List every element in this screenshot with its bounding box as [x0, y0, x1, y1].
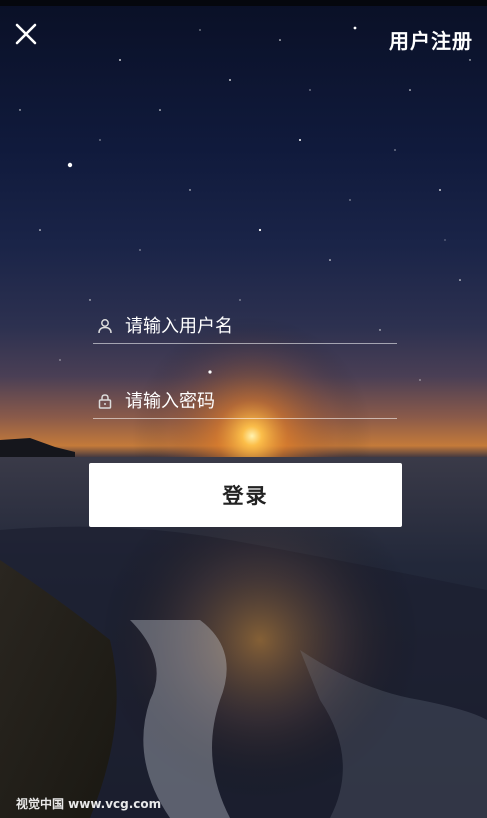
- password-field[interactable]: [93, 384, 397, 419]
- watermark: 视觉中国 www.vcg.com: [16, 797, 162, 811]
- password-input[interactable]: [125, 386, 397, 416]
- username-field[interactable]: [93, 309, 397, 344]
- username-input[interactable]: [125, 311, 397, 341]
- login-button[interactable]: 登录: [89, 463, 402, 527]
- login-screen: 用户注册 登录 视觉中国 www.vcg.com: [0, 0, 487, 818]
- status-bar: [0, 0, 487, 6]
- lock-icon: [95, 391, 115, 411]
- close-icon: [15, 23, 37, 45]
- user-icon: [95, 316, 115, 336]
- close-button[interactable]: [12, 20, 40, 48]
- register-link[interactable]: 用户注册: [389, 25, 473, 54]
